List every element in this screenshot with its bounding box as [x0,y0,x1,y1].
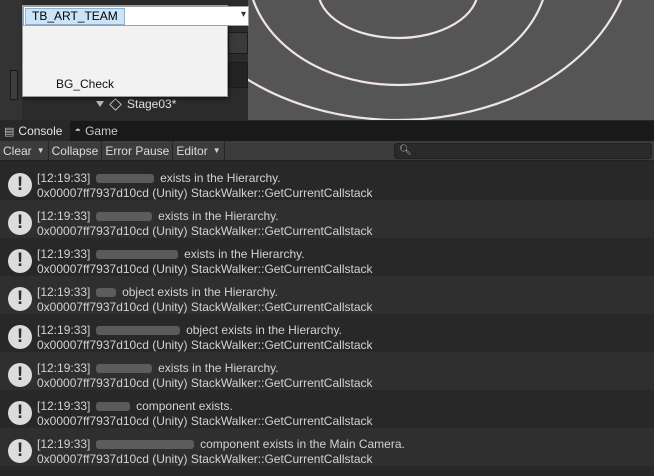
log-entry[interactable]: ! [12:19:33] exists in the Hierarchy. 0x… [0,162,654,200]
editor-dropdown[interactable]: Editor ▼ [173,140,225,161]
log-message: exists in the Hierarchy. [184,247,305,261]
tab-bar: ▤ Console ◓ Game [0,121,654,141]
log-line-1: [12:19:33] object exists in the Hierarch… [37,285,278,299]
panel-handle[interactable] [10,70,18,100]
tab-console-label: Console [18,124,63,138]
tab-game-label: Game [85,124,118,138]
popup-item-bg-check[interactable]: BG_Check [56,77,114,91]
redacted-text [95,174,154,184]
panel-slot [228,62,248,88]
log-timestamp: [12:19:33] [37,285,91,299]
info-icon: ! [8,325,32,349]
log-line-1: [12:19:33] component exists. [37,399,233,413]
info-icon: ! [8,249,32,273]
log-line-1: [12:19:33] exists in the Hierarchy. [37,209,279,223]
log-trace: 0x00007ff7937d10cd (Unity) StackWalker::… [37,262,373,276]
log-entry[interactable]: ! [12:19:33] component exists in the Mai… [0,428,654,466]
log-trace: 0x00007ff7937d10cd (Unity) StackWalker::… [37,376,373,390]
scene-area: Stage03* TB_ART_TEAM ▾ BG_Check [0,0,654,120]
console-icon: ▤ [4,125,15,138]
tab-game[interactable]: ◓ Game [70,121,125,141]
scene-rings-graphic [248,0,654,120]
clear-label: Clear [3,143,32,158]
info-icon: ! [8,211,32,235]
info-icon: ! [8,363,32,387]
hierarchy-row-label: Stage03* [127,97,177,111]
log-trace: 0x00007ff7937d10cd (Unity) StackWalker::… [37,452,373,466]
log-message: component exists in the Main Camera. [200,437,405,451]
log-entry[interactable]: ! [12:19:33] exists in the Hierarchy. 0x… [0,238,654,276]
log-entry[interactable]: ! [12:19:33] component exists. 0x00007ff… [0,390,654,428]
log-timestamp: [12:19:33] [37,399,91,413]
clear-button[interactable]: Clear ▼ [0,140,49,161]
info-icon: ! [8,173,32,197]
info-icon: ! [8,439,32,463]
chevron-down-icon[interactable]: ▼ [37,146,45,155]
log-timestamp: [12:19:33] [37,171,91,185]
collapse-button[interactable]: Collapse [49,140,103,161]
error-pause-label: Error Pause [105,143,170,158]
expand-triangle-icon[interactable] [96,101,104,107]
gamepad-icon: ◓ [74,125,82,137]
search-icon: 🔍︎ [399,145,412,156]
redacted-text [95,250,178,260]
log-trace: 0x00007ff7937d10cd (Unity) StackWalker::… [37,186,373,200]
log-entry[interactable]: ! [12:19:33] exists in the Hierarchy. 0x… [0,352,654,390]
log-entry[interactable]: ! [12:19:33] object exists in the Hierar… [0,314,654,352]
redacted-text [95,440,194,450]
hierarchy-left-bar [0,0,22,120]
chevron-down-icon[interactable]: ▾ [241,9,246,20]
log-trace: 0x00007ff7937d10cd (Unity) StackWalker::… [37,414,373,428]
console-toolbar: Clear ▼ Collapse Error Pause Editor ▼ 🔍︎ [0,140,654,161]
log-message: component exists. [136,399,233,413]
log-message: object exists in the Hierarchy. [122,285,278,299]
log-entry[interactable]: ! [12:19:33] object exists in the Hierar… [0,276,654,314]
unity-editor-window: Stage03* TB_ART_TEAM ▾ BG_Check ▤ Consol… [0,0,654,476]
log-trace: 0x00007ff7937d10cd (Unity) StackWalker::… [37,300,373,314]
redacted-text [95,364,152,374]
log-line-1: [12:19:33] exists in the Hierarchy. [37,247,305,261]
panel-button[interactable] [228,32,248,54]
info-icon: ! [8,401,32,425]
search-input[interactable]: 🔍︎ [394,143,652,159]
log-message: exists in the Hierarchy. [158,361,279,375]
log-entry[interactable]: ! [12:19:33] exists in the Hierarchy. 0x… [0,200,654,238]
log-timestamp: [12:19:33] [37,361,91,375]
collapse-label: Collapse [51,143,99,158]
log-trace: 0x00007ff7937d10cd (Unity) StackWalker::… [37,224,373,238]
console-log-list[interactable]: ! [12:19:33] exists in the Hierarchy. 0x… [0,162,654,476]
redacted-text [95,402,130,412]
scene-viewport[interactable] [248,0,654,120]
info-icon: ! [8,287,32,311]
selected-chip[interactable]: TB_ART_TEAM [25,8,125,25]
redacted-text [95,326,180,336]
popup-selection-field[interactable]: TB_ART_TEAM ▾ [23,6,249,26]
log-line-1: [12:19:33] exists in the Hierarchy. [37,361,279,375]
dropdown-popup: TB_ART_TEAM ▾ BG_Check [22,5,249,97]
log-timestamp: [12:19:33] [37,437,91,451]
log-trace: 0x00007ff7937d10cd (Unity) StackWalker::… [37,338,373,352]
log-message: exists in the Hierarchy. [158,209,279,223]
log-line-1: [12:19:33] component exists in the Main … [37,437,405,451]
redacted-text [95,288,116,298]
log-line-1: [12:19:33] exists in the Hierarchy. [37,171,281,185]
editor-label: Editor [176,143,208,158]
scene-cube-icon [109,97,122,111]
hierarchy-row[interactable]: Stage03* [96,96,176,112]
error-pause-button[interactable]: Error Pause [102,140,174,161]
log-line-1: [12:19:33] object exists in the Hierarch… [37,323,342,337]
log-timestamp: [12:19:33] [37,209,91,223]
redacted-text [95,212,152,222]
log-message: exists in the Hierarchy. [160,171,281,185]
log-message: object exists in the Hierarchy. [186,323,342,337]
log-timestamp: [12:19:33] [37,323,91,337]
chevron-down-icon: ▼ [212,146,221,155]
tab-console[interactable]: ▤ Console [0,121,71,141]
log-timestamp: [12:19:33] [37,247,91,261]
